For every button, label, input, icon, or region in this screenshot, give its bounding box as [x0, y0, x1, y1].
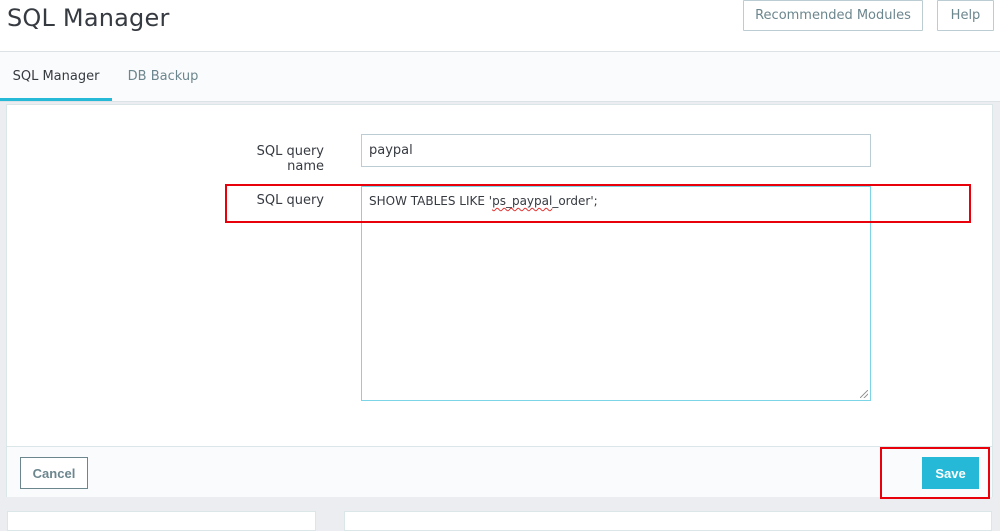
- sql-query-name-input[interactable]: paypal: [361, 134, 871, 167]
- tab-db-backup[interactable]: DB Backup: [112, 52, 214, 101]
- bottom-panel-left: [7, 511, 316, 531]
- page-header: SQL Manager Recommended Modules Help: [0, 0, 1000, 52]
- cancel-button[interactable]: Cancel: [20, 457, 88, 489]
- query-highlight-box: [225, 184, 971, 223]
- bottom-panel-right: [344, 511, 992, 531]
- tab-bar: SQL Manager DB Backup: [0, 52, 1000, 102]
- form-footer: [7, 446, 992, 497]
- sql-query-name-label: SQL query name: [256, 144, 324, 174]
- textarea-resize-handle[interactable]: [860, 390, 868, 398]
- page-title: SQL Manager: [7, 4, 170, 32]
- save-highlight-box: [880, 447, 990, 499]
- help-button[interactable]: Help: [937, 0, 994, 31]
- tab-sql-manager[interactable]: SQL Manager: [0, 52, 112, 101]
- recommended-modules-button[interactable]: Recommended Modules: [743, 0, 923, 31]
